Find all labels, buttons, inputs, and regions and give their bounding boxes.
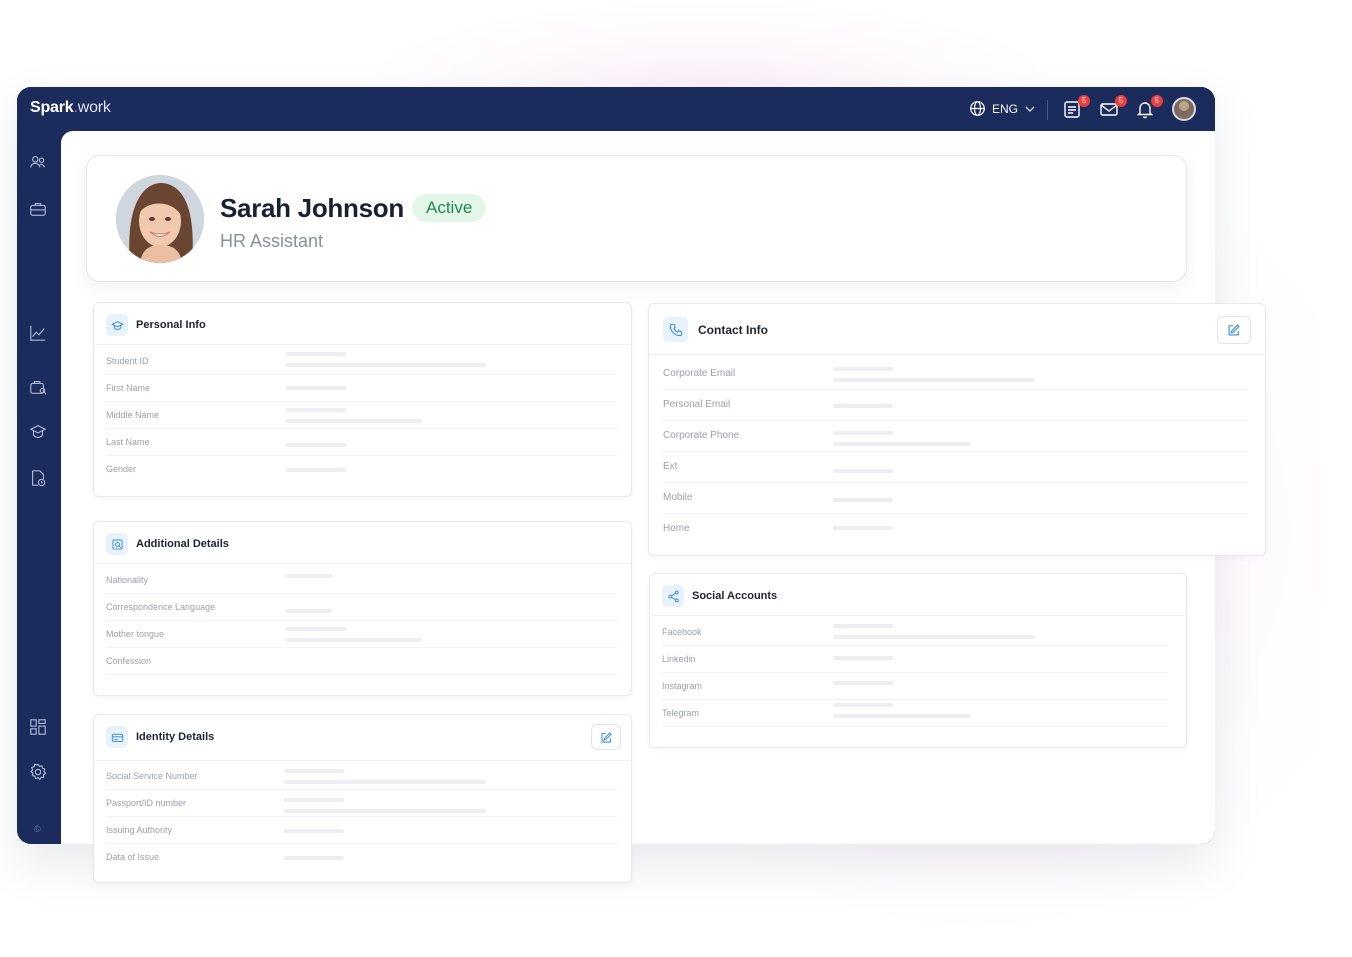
field-row: First Name [106, 375, 617, 402]
card-title: Personal Info [136, 319, 206, 331]
copyright-mark: © [34, 824, 41, 834]
identity-details-card: Identity Details Social Service Number P… [93, 714, 632, 883]
field-row: Corporate Phone [663, 421, 1247, 452]
document-clock-icon [32, 470, 46, 487]
social-accounts-card: Social Accounts Facebook Linkedin Instag… [649, 573, 1187, 748]
logo[interactable]: Spark.work [30, 99, 111, 117]
phone-icon [663, 317, 688, 342]
field-row: Gender [106, 456, 617, 483]
personal-info-card: Personal Info Student ID First Name Midd… [93, 302, 632, 497]
briefcase-icon [30, 203, 46, 216]
sidebar-item-documents[interactable] [29, 469, 49, 489]
tasks-button[interactable]: 5 [1062, 95, 1090, 121]
edit-contact-button[interactable] [1217, 316, 1251, 344]
profile-photo [116, 175, 204, 263]
sidebar-item-dashboard[interactable] [29, 718, 49, 738]
field-row: Passport/ID number [106, 790, 617, 817]
document-search-icon [106, 533, 128, 555]
field-row: Ext [663, 452, 1247, 483]
employee-name: Sarah Johnson [220, 193, 404, 223]
graduation-cap-icon [106, 314, 128, 336]
field-row: Social Service Number [106, 763, 617, 790]
sidebar-item-recruiting[interactable] [29, 378, 49, 398]
field-row: Last Name [106, 429, 617, 456]
sidebar-item-learning[interactable] [29, 423, 49, 443]
messages-button[interactable]: 5 [1099, 95, 1127, 121]
sidebar-item-jobs[interactable] [29, 200, 49, 220]
globe-icon [970, 101, 985, 116]
field-row: Middle Name [106, 402, 617, 429]
field-row: Mobile [663, 483, 1247, 514]
id-card-icon [106, 726, 128, 748]
contact-info-card: Contact Info Corporate Email Personal Em… [648, 303, 1266, 556]
field-row: Issuing Authority [106, 817, 617, 844]
field-row: Data of Issue [106, 844, 617, 871]
user-avatar[interactable] [1172, 97, 1196, 121]
profile-header-card: Sarah Johnson Active HR Assistant [86, 155, 1187, 282]
tasks-badge: 5 [1078, 95, 1090, 107]
card-title: Additional Details [136, 538, 229, 550]
employee-role: HR Assistant [220, 231, 324, 251]
notifications-button[interactable]: 5 [1135, 95, 1163, 121]
field-row: Confession [106, 648, 617, 675]
status-badge: Active [412, 194, 487, 222]
field-row: Linkedin [662, 646, 1168, 673]
grid-icon [30, 719, 46, 735]
messages-badge: 5 [1115, 95, 1127, 107]
divider [1047, 100, 1048, 120]
field-row: Student ID [106, 348, 617, 375]
users-icon [30, 156, 45, 168]
field-row: Mother tongue [106, 621, 617, 648]
edit-identity-button[interactable] [591, 724, 621, 750]
language-label: ENG [992, 101, 1019, 116]
graduation-cap-icon [29, 425, 47, 438]
sidebar-item-analytics[interactable] [29, 324, 49, 344]
field-row: Nationality [106, 567, 617, 594]
field-row: Instagram [662, 673, 1168, 700]
sidebar: © [17, 131, 61, 844]
chevron-down-icon [1025, 106, 1035, 112]
chart-line-icon [30, 325, 46, 341]
language-selector[interactable]: ENG [969, 100, 1036, 117]
briefcase-search-icon [30, 381, 47, 395]
additional-details-card: Additional Details Nationality Correspon… [93, 521, 632, 696]
sidebar-item-people[interactable] [29, 153, 49, 173]
field-row: Facebook [662, 619, 1168, 646]
edit-icon [1228, 324, 1240, 336]
edit-icon [600, 731, 612, 743]
card-title: Social Accounts [692, 590, 778, 602]
sidebar-item-settings[interactable] [29, 763, 49, 783]
field-row: Telegram [662, 700, 1168, 727]
share-icon [662, 585, 684, 607]
field-row: Personal Email [663, 390, 1247, 421]
field-row: Home [663, 514, 1247, 545]
card-title: Identity Details [136, 731, 215, 743]
notifications-badge: 5 [1151, 95, 1163, 107]
field-row: Corporate Email [663, 359, 1247, 390]
field-row: Correspondence Language [106, 594, 617, 621]
gear-icon [29, 763, 47, 781]
card-title: Contact Info [698, 322, 768, 337]
top-bar: Spark.work ENG 5 5 5 [17, 87, 1215, 131]
